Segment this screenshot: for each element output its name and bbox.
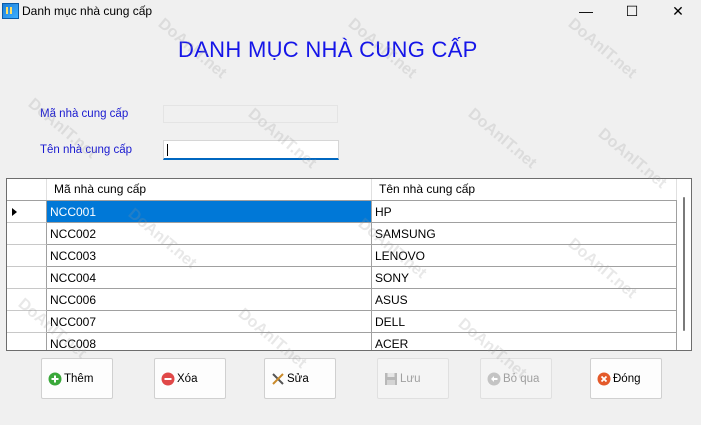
cell-code[interactable]: NCC004 [47,267,372,289]
row-header[interactable] [7,245,47,267]
text-caret [167,144,168,156]
column-header-code[interactable]: Mã nhà cung cấp [47,179,372,200]
table-row[interactable]: NCC006 ASUS [7,289,677,311]
edit-tools-icon [272,373,284,385]
delete-button-label: Xóa [177,373,198,385]
window-title: Danh mục nhà cung cấp [22,4,153,18]
cell-name[interactable]: SAMSUNG [372,223,677,245]
table-row[interactable]: NCC004 SONY [7,267,677,289]
watermark-text: DoAnIT.net [564,15,640,82]
cell-name[interactable]: ASUS [372,289,677,311]
edit-button[interactable]: Sửa [264,358,336,399]
minimize-button[interactable]: — [563,0,609,24]
close-window-button[interactable]: ✕ [655,0,701,24]
title-bar: Danh mục nhà cung cấp — ☐ ✕ [0,0,701,24]
edit-button-label: Sửa [287,373,309,385]
cell-name[interactable]: SONY [372,267,677,289]
add-icon [48,372,62,386]
table-row[interactable]: NCC003 LENOVO [7,245,677,267]
supplier-grid[interactable]: Mã nhà cung cấp Tên nhà cung cấp NCC001 … [6,178,692,351]
save-button[interactable]: Lưu [377,358,449,399]
row-header[interactable] [7,201,47,223]
app-icon [2,3,19,19]
grid-header: Mã nhà cung cấp Tên nhà cung cấp [7,179,677,201]
delete-button[interactable]: Xóa [154,358,226,399]
supplier-code-field[interactable] [163,105,338,123]
cell-code[interactable]: NCC006 [47,289,372,311]
cell-code[interactable]: NCC002 [47,223,372,245]
cell-name[interactable]: ACER [372,333,677,350]
table-row[interactable]: NCC002 SAMSUNG [7,223,677,245]
table-row[interactable]: NCC008 ACER [7,333,677,350]
close-button[interactable]: Đóng [590,358,662,399]
add-button-label: Thêm [64,373,94,385]
save-disk-icon [385,373,397,385]
close-button-label: Đóng [613,373,641,385]
row-header[interactable] [7,267,47,289]
row-header-corner [7,179,47,200]
page-title: DANH MỤC NHÀ CUNG CẤP [178,37,478,62]
row-header[interactable] [7,289,47,311]
scrollbar-thumb[interactable] [683,197,685,331]
add-button[interactable]: Thêm [41,358,113,399]
skip-button-label: Bỏ qua [503,373,540,385]
save-button-label: Lưu [400,373,421,385]
close-icon [597,372,611,386]
cell-code[interactable]: NCC008 [47,333,372,350]
delete-icon [161,372,175,386]
row-header[interactable] [7,311,47,333]
skip-button[interactable]: Bỏ qua [480,358,552,399]
skip-icon [487,372,501,386]
maximize-button[interactable]: ☐ [609,0,655,24]
cell-name[interactable]: LENOVO [372,245,677,267]
row-header[interactable] [7,333,47,350]
supplier-name-label: Tên nhà cung cấp [40,144,133,156]
cell-name[interactable]: DELL [372,311,677,333]
supplier-name-field[interactable] [163,140,339,160]
cell-name[interactable]: HP [372,201,677,223]
cell-code[interactable]: NCC003 [47,245,372,267]
current-row-arrow-icon [12,208,17,216]
cell-code[interactable]: NCC001 [47,201,372,223]
row-header[interactable] [7,223,47,245]
supplier-code-label: Mã nhà cung cấp [40,108,129,120]
table-row[interactable]: NCC001 HP [7,201,677,223]
table-row[interactable]: NCC007 DELL [7,311,677,333]
watermark-text: DoAnIT.net [464,105,540,172]
cell-code[interactable]: NCC007 [47,311,372,333]
grid-vertical-scrollbar[interactable] [677,179,691,350]
column-header-name[interactable]: Tên nhà cung cấp [372,179,677,200]
